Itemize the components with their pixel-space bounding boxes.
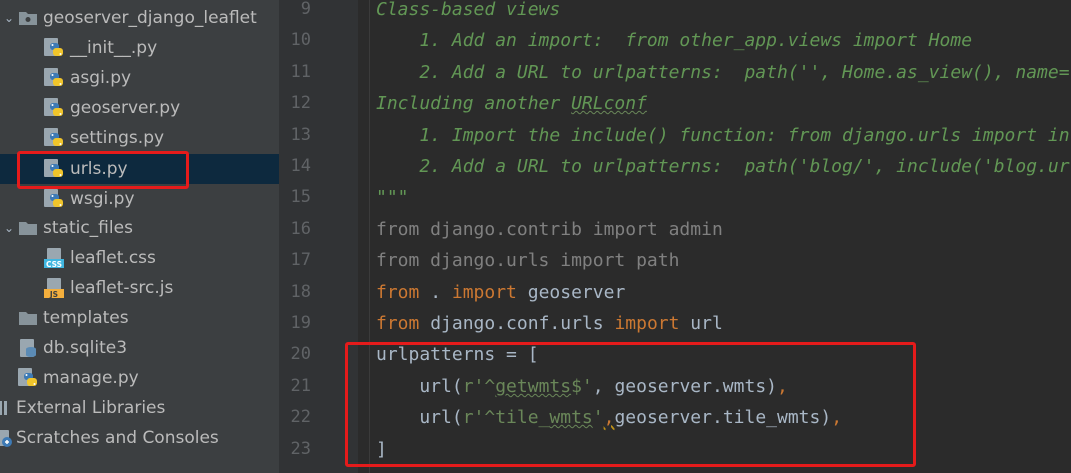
tree-item-label: geoserver_django_leaflet <box>43 8 257 28</box>
line-number: 21 <box>290 375 311 396</box>
tree-item[interactable]: settings.py <box>0 123 279 153</box>
code-token: URLconf <box>571 93 647 115</box>
tree-item-label: asgi.py <box>70 68 132 88</box>
tree-item-label: db.sqlite3 <box>43 338 128 358</box>
code-token: 2. Add a URL to urlpatterns: path('', Ho… <box>376 61 1071 83</box>
code-token: from <box>376 281 420 303</box>
tree-item-label: External Libraries <box>16 398 166 418</box>
python-file-icon <box>43 127 65 149</box>
database-file-icon <box>17 337 39 359</box>
urls-highlight-box <box>17 151 189 189</box>
code-line[interactable]: 1. Import the include() function: from d… <box>376 120 1071 151</box>
tree-item-label: static_files <box>43 218 133 238</box>
tree-item[interactable]: manage.py <box>0 363 279 393</box>
code-token: django.conf.urls <box>419 313 615 334</box>
tree-item-label: __init__.py <box>70 38 158 58</box>
package-folder-icon <box>17 7 39 29</box>
folder-icon <box>17 217 39 239</box>
line-number: 10 <box>290 30 311 51</box>
code-line[interactable]: from . import geoserver <box>376 277 625 308</box>
code-token: geoserver <box>516 281 626 303</box>
scratches-icon <box>0 427 14 449</box>
tree-item-label: manage.py <box>43 368 139 388</box>
line-number: 23 <box>290 438 311 459</box>
tree-item[interactable]: templates <box>0 303 279 333</box>
code-line[interactable]: Class-based views <box>376 0 560 25</box>
code-line[interactable]: from django.contrib import admin <box>376 214 723 245</box>
css-file-icon: CSS <box>43 247 65 269</box>
python-file-icon <box>43 97 65 119</box>
svg-text:JS: JS <box>49 290 58 299</box>
code-token: import <box>451 281 517 303</box>
code-token: """ <box>376 187 409 209</box>
line-number: 17 <box>290 250 311 271</box>
tree-item[interactable]: CSS leaflet.css <box>0 243 279 273</box>
code-token: from django.urls import path <box>376 250 680 272</box>
line-number: 11 <box>290 61 311 82</box>
line-number: 16 <box>290 218 311 239</box>
python-file-icon <box>17 367 39 389</box>
tree-item-label: templates <box>43 308 129 328</box>
tree-item-label: leaflet-src.js <box>70 278 174 298</box>
code-token: . <box>419 281 452 303</box>
tree-item[interactable]: asgi.py <box>0 63 279 93</box>
code-line[interactable]: Including another URLconf <box>376 88 647 119</box>
code-line[interactable]: 2. Add a URL to urlpatterns: path('', Ho… <box>376 57 1071 88</box>
code-line[interactable]: 1. Add an import: from other_app.views i… <box>376 25 972 56</box>
line-number: 14 <box>290 156 311 176</box>
python-file-icon <box>43 67 65 89</box>
tree-item-label: Scratches and Consoles <box>16 428 219 448</box>
code-line[interactable]: 2. Add a URL to urlpatterns: path('blog/… <box>376 151 1071 182</box>
code-token: url <box>679 313 723 334</box>
project-tree-panel: ⌄ geoserver_django_leaflet __init__.py a… <box>0 0 279 473</box>
chevron-down-icon[interactable]: ⌄ <box>3 221 15 235</box>
tree-item[interactable]: __init__.py <box>0 33 279 63</box>
line-number: 22 <box>290 407 311 428</box>
tree-item-label: wsgi.py <box>70 189 135 209</box>
line-number: 18 <box>290 281 311 302</box>
line-number: 20 <box>290 344 311 365</box>
code-token: 2. Add a URL to urlpatterns: path('blog/… <box>376 156 1071 177</box>
code-line[interactable]: from django.urls import path <box>376 245 679 276</box>
tree-item[interactable]: ⌄ geoserver_django_leaflet <box>0 3 279 33</box>
code-token: import <box>614 313 680 334</box>
tree-item[interactable]: JS leaflet-src.js <box>0 273 279 303</box>
tree-item[interactable]: ⌄ static_files <box>0 213 279 243</box>
code-token: from django.contrib import admin <box>376 218 723 240</box>
line-number: 19 <box>290 313 311 333</box>
js-file-icon: JS <box>43 277 65 299</box>
tree-item-label: leaflet.css <box>70 248 156 268</box>
libraries-icon <box>0 397 14 419</box>
line-number: 15 <box>290 187 311 208</box>
tree-item[interactable]: db.sqlite3 <box>0 333 279 363</box>
code-token: 1. Add an import: from other_app.views i… <box>376 30 973 52</box>
line-number: 12 <box>290 93 311 114</box>
urlpatterns-highlight-box <box>345 342 916 467</box>
tree-item[interactable]: geoserver.py <box>0 93 279 123</box>
code-token: Including another <box>376 93 572 115</box>
python-file-icon <box>43 188 65 210</box>
tree-item-label: geoserver.py <box>70 98 181 118</box>
line-number: 9 <box>300 0 311 19</box>
python-file-icon <box>43 37 65 59</box>
chevron-down-icon[interactable]: ⌄ <box>3 11 15 25</box>
line-number: 13 <box>290 124 311 145</box>
tree-item-label: settings.py <box>70 128 165 148</box>
code-line[interactable]: """ <box>376 182 409 213</box>
folder-icon <box>17 307 39 329</box>
code-token: 1. Import the include() function: from d… <box>419 124 1071 146</box>
code-token: from <box>376 313 420 334</box>
tree-item[interactable]: Scratches and Consoles <box>0 423 279 453</box>
code-line[interactable]: from django.conf.urls import url <box>376 308 723 339</box>
tree-item[interactable]: › External Libraries <box>0 393 279 423</box>
svg-text:CSS: CSS <box>46 260 62 269</box>
code-token: Class-based views <box>376 0 561 20</box>
